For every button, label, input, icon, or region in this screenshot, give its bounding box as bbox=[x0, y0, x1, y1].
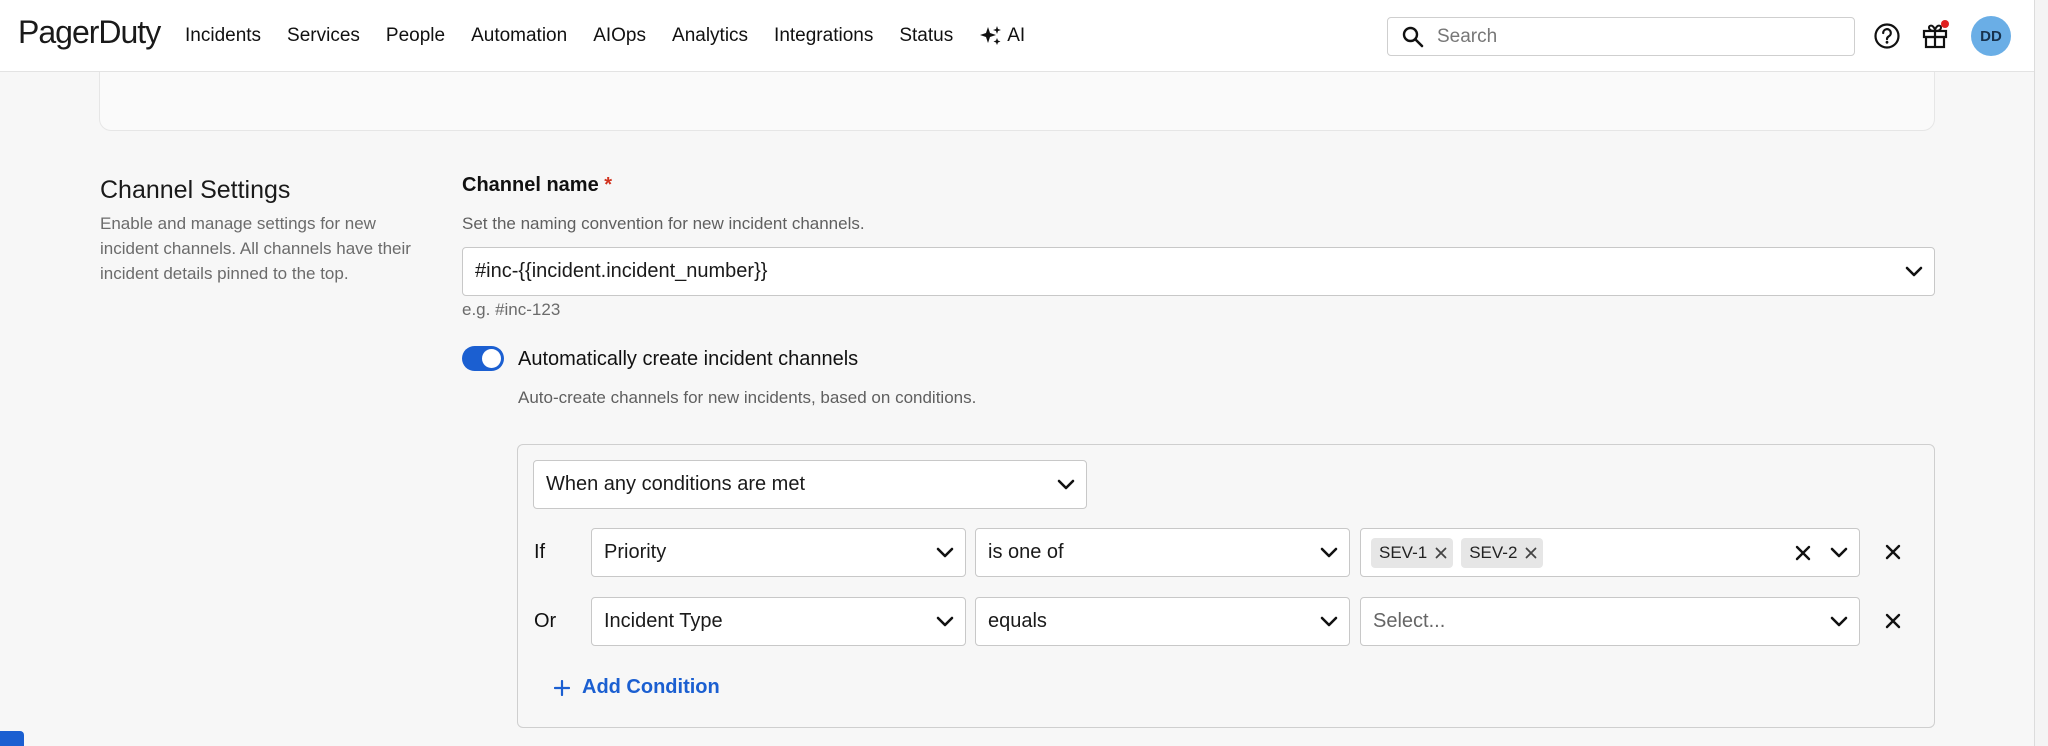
condition-operator-value: is one of bbox=[988, 541, 1064, 563]
nav-item-services[interactable]: Services bbox=[287, 25, 360, 47]
nav-item-automation[interactable]: Automation bbox=[471, 25, 567, 47]
channel-name-value: #inc-{{incident.incident_number}} bbox=[475, 260, 768, 282]
nav-item-people[interactable]: People bbox=[386, 25, 445, 47]
condition-connector-if: If bbox=[534, 541, 546, 563]
plus-icon bbox=[554, 679, 570, 696]
nav-item-incidents[interactable]: Incidents bbox=[185, 25, 261, 47]
toggle-knob bbox=[482, 349, 501, 368]
auto-create-help: Auto-create channels for new incidents, … bbox=[518, 388, 977, 407]
page-scrollbar[interactable] bbox=[2034, 0, 2048, 746]
channel-name-select[interactable]: #inc-{{incident.incident_number}} bbox=[462, 247, 1935, 296]
chevron-down-icon bbox=[1819, 529, 1859, 576]
chevron-down-icon bbox=[1309, 529, 1349, 576]
close-icon bbox=[1885, 544, 1901, 560]
channel-name-label: Channel name * bbox=[462, 174, 612, 197]
corner-widget[interactable] bbox=[0, 731, 24, 746]
section-description: Enable and manage settings for new incid… bbox=[100, 214, 411, 283]
chevron-down-icon bbox=[1819, 598, 1859, 645]
condition-connector-or: Or bbox=[534, 610, 557, 632]
remove-condition-button[interactable] bbox=[1879, 607, 1907, 635]
clear-selection-icon[interactable] bbox=[1787, 529, 1819, 576]
nav-item-integrations[interactable]: Integrations bbox=[774, 25, 873, 47]
condition-values-select[interactable]: Select... bbox=[1360, 597, 1860, 646]
nav-item-aiops[interactable]: AIOps bbox=[593, 25, 646, 47]
condition-operator-select[interactable]: equals bbox=[975, 597, 1350, 646]
previous-section-card bbox=[99, 72, 1935, 131]
condition-operator-value: equals bbox=[988, 610, 1047, 632]
chevron-down-icon bbox=[1309, 598, 1349, 645]
remove-tag-icon[interactable] bbox=[1435, 547, 1447, 559]
search-icon bbox=[1402, 26, 1424, 47]
auto-create-label: Automatically create incident channels bbox=[518, 348, 859, 370]
required-marker: * bbox=[604, 174, 613, 196]
whats-new-button[interactable] bbox=[1919, 20, 1951, 52]
tag-label: SEV-2 bbox=[1469, 542, 1518, 562]
help-button[interactable] bbox=[1871, 20, 1903, 52]
top-navigation: PagerDuty Incidents Services People Auto… bbox=[0, 0, 2034, 72]
add-condition-label: Add Condition bbox=[582, 676, 720, 698]
channel-name-example: e.g. #inc-123 bbox=[462, 300, 561, 319]
auto-create-toggle[interactable] bbox=[462, 346, 504, 371]
close-icon bbox=[1885, 613, 1901, 629]
chevron-down-icon bbox=[1046, 461, 1086, 508]
condition-values-placeholder: Select... bbox=[1373, 610, 1446, 632]
chevron-down-icon bbox=[1894, 248, 1934, 295]
search-box[interactable] bbox=[1387, 17, 1855, 56]
notification-dot bbox=[1941, 20, 1949, 28]
pagerduty-logo[interactable]: PagerDuty bbox=[18, 14, 161, 51]
chevron-down-icon bbox=[925, 598, 965, 645]
tag-label: SEV-1 bbox=[1379, 542, 1428, 562]
nav-item-analytics[interactable]: Analytics bbox=[672, 25, 748, 47]
condition-field-value: Priority bbox=[604, 541, 667, 563]
channel-name-help: Set the naming convention for new incide… bbox=[462, 214, 865, 233]
search-input[interactable] bbox=[1437, 25, 1817, 48]
match-mode-value: When any conditions are met bbox=[546, 473, 806, 495]
match-mode-select[interactable]: When any conditions are met bbox=[533, 460, 1087, 509]
user-avatar[interactable]: DD bbox=[1971, 16, 2011, 56]
remove-tag-icon[interactable] bbox=[1525, 547, 1537, 559]
nav-ai-label: AI bbox=[1007, 25, 1026, 46]
nav-menu: Incidents Services People Automation AIO… bbox=[185, 0, 1051, 72]
condition-operator-select[interactable]: is one of bbox=[975, 528, 1350, 577]
section-title: Channel Settings bbox=[100, 176, 291, 204]
add-condition-button[interactable]: Add Condition bbox=[554, 676, 720, 699]
nav-item-ai[interactable]: AI bbox=[979, 25, 1025, 47]
tag-sev-2: SEV-2 bbox=[1461, 537, 1544, 568]
chevron-down-icon bbox=[925, 529, 965, 576]
selected-tags: SEV-1 SEV-2 bbox=[1361, 537, 1787, 568]
condition-field-select[interactable]: Priority bbox=[591, 528, 966, 577]
channel-name-label-text: Channel name bbox=[462, 174, 599, 196]
condition-field-value: Incident Type bbox=[604, 610, 723, 632]
tag-sev-1: SEV-1 bbox=[1371, 537, 1454, 568]
sparkle-icon bbox=[980, 26, 1002, 45]
condition-values-select[interactable]: SEV-1 SEV-2 bbox=[1360, 528, 1860, 577]
help-icon bbox=[1874, 23, 1900, 49]
condition-field-select[interactable]: Incident Type bbox=[591, 597, 966, 646]
remove-condition-button[interactable] bbox=[1879, 538, 1907, 566]
nav-item-status[interactable]: Status bbox=[899, 25, 953, 47]
